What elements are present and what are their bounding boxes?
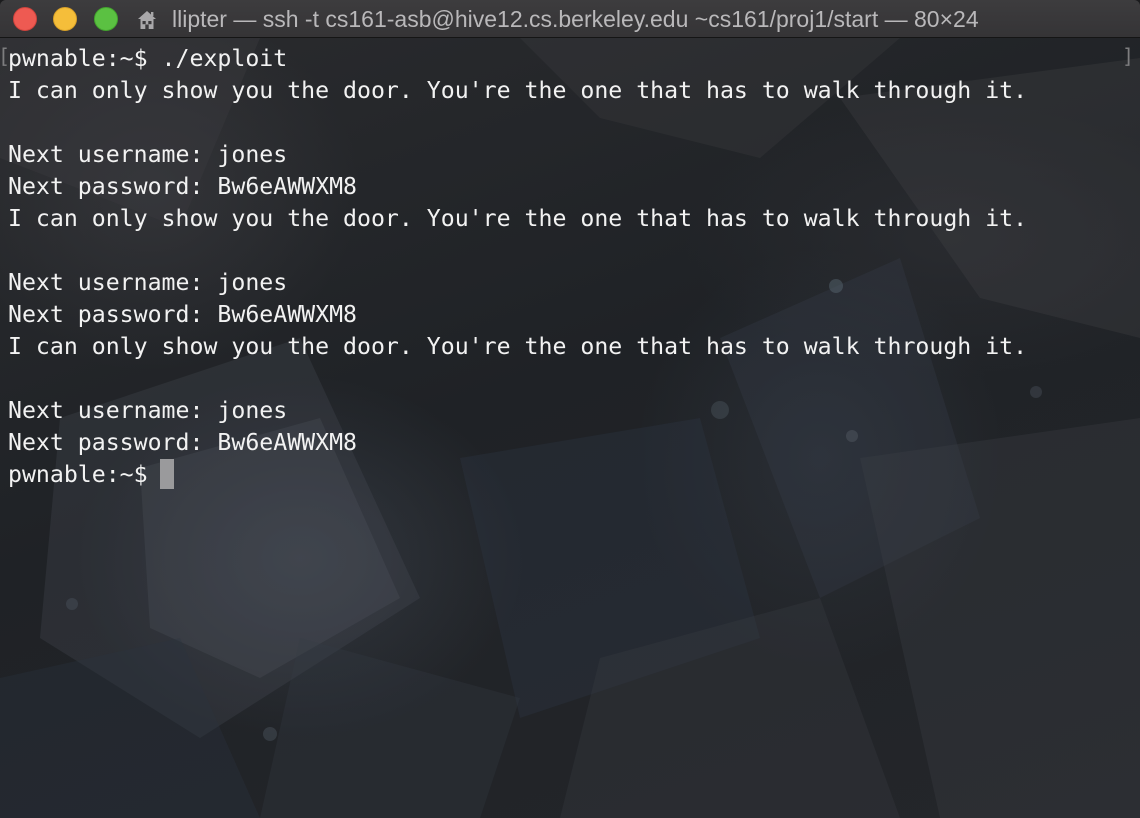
terminal-line: Next password: Bw6eAWWXM8 xyxy=(8,301,358,328)
terminal-line: Next password: Bw6eAWWXM8 xyxy=(8,173,358,200)
title-bar[interactable]: llipter — ssh -t cs161-asb@hive12.cs.ber… xyxy=(0,0,1140,38)
terminal-line-command: pwnable:~$ ./exploit xyxy=(8,45,288,72)
terminal-line: I can only show you the door. You're the… xyxy=(8,77,1028,104)
terminal-line: Next username: jones xyxy=(8,141,288,168)
terminal-viewport[interactable]: [ ] pwnable:~$ ./exploit I can only show… xyxy=(0,38,1140,818)
terminal-output: pwnable:~$ ./exploit I can only show you… xyxy=(8,43,1027,491)
marker-bracket-right: ] xyxy=(1121,44,1134,68)
terminal-line: Next password: Bw6eAWWXM8 xyxy=(8,429,358,456)
home-folder-icon xyxy=(138,11,156,29)
terminal-window: llipter — ssh -t cs161-asb@hive12.cs.ber… xyxy=(0,0,1140,818)
terminal-line: Next username: jones xyxy=(8,269,288,296)
close-button[interactable] xyxy=(13,7,37,31)
terminal-line: Next username: jones xyxy=(8,397,288,424)
terminal-line: I can only show you the door. You're the… xyxy=(8,333,1028,360)
text-cursor[interactable] xyxy=(159,459,174,489)
terminal-line: I can only show you the door. You're the… xyxy=(8,205,1028,232)
prompt-line[interactable]: pwnable:~$ xyxy=(8,459,1027,491)
minimize-button[interactable] xyxy=(53,7,77,31)
shell-prompt: pwnable:~$ xyxy=(8,461,148,488)
zoom-button[interactable] xyxy=(94,7,118,31)
window-title: llipter — ssh -t cs161-asb@hive12.cs.ber… xyxy=(172,6,979,32)
